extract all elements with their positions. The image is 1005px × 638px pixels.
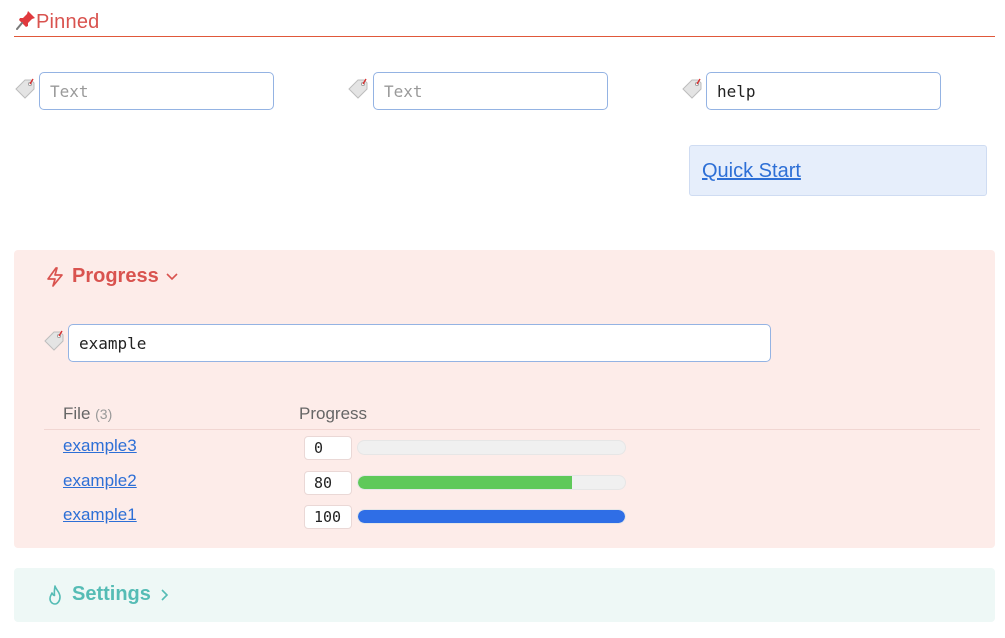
progress-search-input[interactable] <box>68 324 771 362</box>
settings-section-title: Settings <box>72 583 151 605</box>
progress-section: Progress File (3) Progress example3 0 ex… <box>14 250 995 548</box>
file-link[interactable]: example3 <box>63 436 137 456</box>
tag-icon <box>44 330 64 351</box>
chevron-down-icon <box>166 272 178 280</box>
table-divider <box>44 429 980 430</box>
file-link[interactable]: example1 <box>63 505 137 525</box>
tag-icon <box>348 78 368 99</box>
lightning-icon <box>47 266 63 287</box>
chevron-right-icon <box>161 588 169 601</box>
column-header-progress[interactable]: Progress <box>299 404 367 424</box>
pushpin-icon <box>16 11 35 30</box>
file-link[interactable]: example2 <box>63 471 137 491</box>
file-count: (3) <box>95 406 113 422</box>
pinned-text-input-2[interactable] <box>373 72 608 110</box>
tag-icon <box>15 78 35 99</box>
pinned-text-input-1[interactable] <box>39 72 274 110</box>
settings-section-header[interactable]: Settings <box>44 583 171 606</box>
settings-section: Settings <box>14 568 995 622</box>
quick-start-card: Quick Start <box>689 145 987 196</box>
progress-bar-fill <box>358 476 572 489</box>
progress-section-title: Progress <box>72 265 159 287</box>
progress-bar <box>357 509 626 524</box>
progress-section-header[interactable]: Progress <box>44 265 179 288</box>
progress-bar <box>357 440 626 455</box>
pinned-header: Pinned <box>14 8 995 37</box>
quick-start-link[interactable]: Quick Start <box>702 160 801 183</box>
column-header-file[interactable]: File (3) <box>63 404 112 424</box>
progress-bar <box>357 475 626 490</box>
progress-value: 0 <box>304 436 352 460</box>
pinned-text-input-3[interactable] <box>706 72 941 110</box>
progress-value: 80 <box>304 471 352 495</box>
page-title: Pinned <box>36 11 100 33</box>
flame-icon <box>49 584 61 605</box>
progress-value: 100 <box>304 505 352 529</box>
tag-icon <box>682 78 702 99</box>
progress-bar-fill <box>358 510 625 523</box>
